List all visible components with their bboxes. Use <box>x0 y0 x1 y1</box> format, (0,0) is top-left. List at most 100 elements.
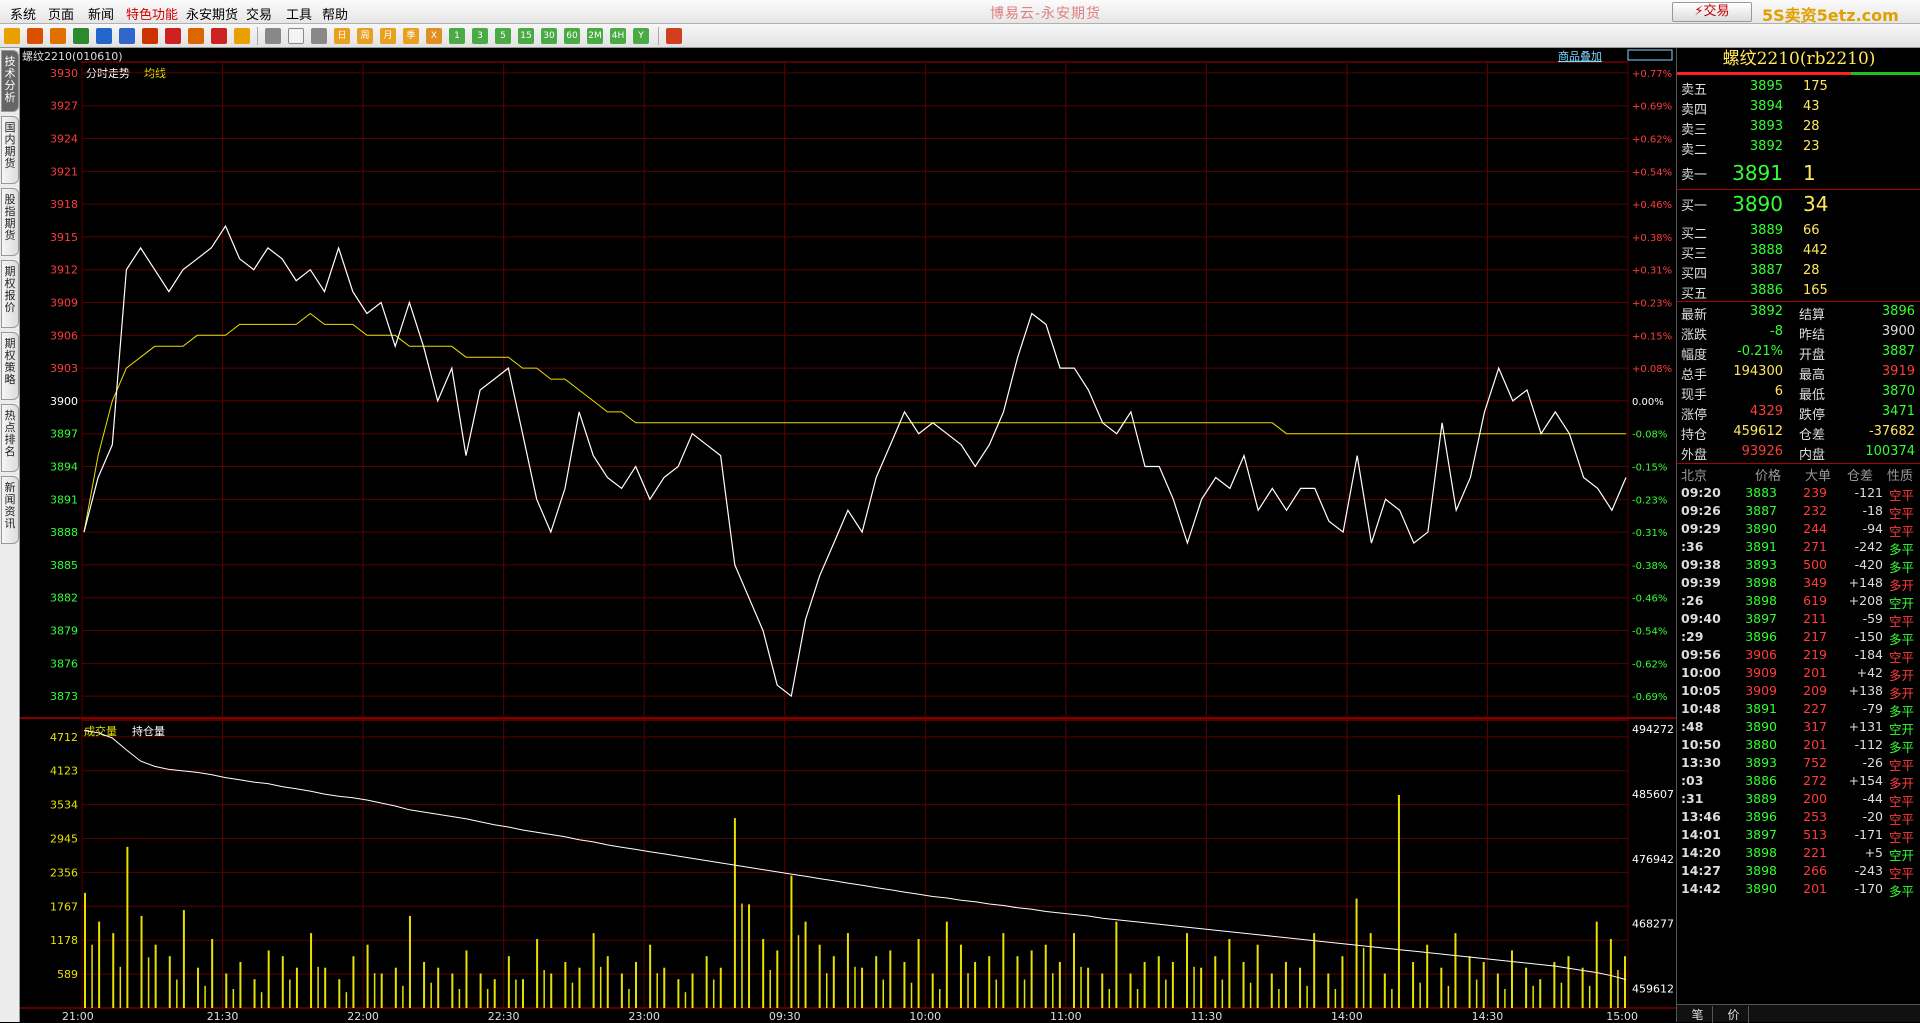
period-button-15[interactable]: 15 <box>518 28 534 44</box>
oi-label: 持仓量 <box>132 724 165 738</box>
tick-time: 09:29 <box>1681 521 1721 536</box>
tick-oi-diff: +5 <box>1864 845 1883 860</box>
window-icon[interactable] <box>165 28 181 44</box>
chart-window-buttons[interactable] <box>1627 49 1673 61</box>
stat-label: 最高 <box>1799 368 1826 383</box>
price-tick-label: 3885 <box>50 559 78 572</box>
tick-volume: 752 <box>1803 755 1827 770</box>
menu-item-3[interactable]: 特色功能 <box>126 4 178 23</box>
tick-volume: 227 <box>1803 701 1827 716</box>
zoom-in-icon[interactable] <box>119 28 135 44</box>
quote-volume: 66 <box>1803 223 1820 238</box>
tick-volume: 201 <box>1803 737 1827 752</box>
tick-header-vol: 大单 <box>1805 469 1832 484</box>
screen-icon[interactable] <box>73 28 89 44</box>
quote-price: 3887 <box>1749 263 1783 278</box>
quote-label: 卖一 <box>1681 168 1708 183</box>
calculator-icon[interactable] <box>666 28 682 44</box>
period-button-5[interactable]: 5 <box>495 28 511 44</box>
tick-volume: 217 <box>1803 629 1827 644</box>
kline-icon[interactable] <box>311 28 327 44</box>
period-button-4H[interactable]: 4H <box>610 28 626 44</box>
stat-value: 3919 <box>1881 364 1915 379</box>
pct-tick-label: +0.46% <box>1632 200 1672 211</box>
tick-row: 14:01 3897 513 -171 空平 <box>1677 826 1920 845</box>
tick-price: 3909 <box>1745 665 1777 680</box>
tick-time: 13:46 <box>1681 809 1721 824</box>
menu-item-0[interactable]: 系统 <box>10 4 36 23</box>
menu-item-6[interactable]: 工具 <box>286 4 312 23</box>
stat-value: -8 <box>1770 324 1783 339</box>
side-tab-0[interactable]: 技术分析 <box>1 50 19 112</box>
side-tab-5[interactable]: 热点排名 <box>1 404 19 472</box>
trade-button[interactable]: ⚡交易 <box>1672 2 1752 22</box>
menu-item-1[interactable]: 页面 <box>48 4 74 23</box>
menu-item-2[interactable]: 新闻 <box>88 4 114 23</box>
stat-value: 93926 <box>1741 444 1783 459</box>
toolbar-separator <box>257 27 258 45</box>
period-button-周[interactable]: 周 <box>357 28 373 44</box>
tick-oi-diff: +208 <box>1848 593 1883 608</box>
tick-oi-diff: -242 <box>1854 539 1883 554</box>
price-tick-label: 3906 <box>50 329 78 342</box>
side-tab-2[interactable]: 股指期货 <box>1 188 19 256</box>
oi-tick-label: 476942 <box>1632 853 1674 866</box>
oi-tick-label: 494272 <box>1632 723 1674 736</box>
stats-row: 外盘 93926 内盘 100374 <box>1677 443 1920 463</box>
period-button-季[interactable]: 季 <box>403 28 419 44</box>
pie-icon[interactable] <box>211 28 227 44</box>
tick-volume: 221 <box>1803 845 1827 860</box>
line-chart-icon[interactable] <box>288 28 304 44</box>
home-icon[interactable] <box>27 28 43 44</box>
side-tab-3[interactable]: 期权报价 <box>1 260 19 328</box>
quote-panel: 螺纹2210(rb2210) 卖五 3895 175 卖四 3894 43 卖三 3893 28 卖… <box>1676 48 1920 1023</box>
period-button-月[interactable]: 月 <box>380 28 396 44</box>
time-tick-label: 22:30 <box>488 1010 520 1022</box>
cup-icon[interactable] <box>234 28 250 44</box>
quote-price: 3893 <box>1749 119 1783 134</box>
tick-row: 09:40 3897 211 -59 空平 <box>1677 610 1920 629</box>
period-button-Y[interactable]: Y <box>633 28 649 44</box>
side-tab-1[interactable]: 国内期货 <box>1 116 19 184</box>
stat-value: 100374 <box>1865 444 1915 459</box>
tick-row: 09:20 3883 239 -121 空平 <box>1677 484 1920 503</box>
tick-price: 3890 <box>1745 521 1777 536</box>
volume-tick-label: 4712 <box>50 731 78 744</box>
tick-oi-diff: +148 <box>1848 575 1883 590</box>
period-button-2M[interactable]: 2M <box>587 28 603 44</box>
side-tab-4[interactable]: 期权策略 <box>1 332 19 400</box>
period-button-60[interactable]: 60 <box>564 28 580 44</box>
quote-price: 3894 <box>1749 99 1783 114</box>
table-icon[interactable] <box>265 28 281 44</box>
back-icon[interactable] <box>4 28 20 44</box>
stats-row: 持仓 459612 仓差 -37682 <box>1677 423 1920 443</box>
stat-value: -0.21% <box>1737 344 1783 359</box>
zoom-out-icon[interactable] <box>142 28 158 44</box>
side-tab-6[interactable]: 新闻资讯 <box>1 476 19 544</box>
tick-oi-diff: -112 <box>1854 737 1883 752</box>
menu-item-4[interactable]: 永安期货 <box>186 4 238 23</box>
folder-icon[interactable] <box>50 28 66 44</box>
overlay-link[interactable]: 商品叠加 <box>1558 49 1602 63</box>
tick-oi-diff: -44 <box>1862 791 1883 806</box>
quote-row: 买二 3889 66 <box>1677 222 1920 242</box>
quote-row: 卖四 3894 43 <box>1677 98 1920 118</box>
period-button-3[interactable]: 3 <box>472 28 488 44</box>
quote-price: 3886 <box>1749 283 1783 298</box>
stats-row: 现手 6 最低 3870 <box>1677 383 1920 403</box>
period-button-1[interactable]: 1 <box>449 28 465 44</box>
oi-tick-label: 459612 <box>1632 982 1674 995</box>
period-button-30[interactable]: 30 <box>541 28 557 44</box>
tick-time: 14:42 <box>1681 881 1721 896</box>
bottom-tab-0[interactable]: 笔 <box>1683 1006 1713 1023</box>
pen-icon[interactable] <box>188 28 204 44</box>
price-tick-label: 3915 <box>50 231 78 244</box>
refresh-icon[interactable] <box>96 28 112 44</box>
bottom-tab-1[interactable]: 价 <box>1719 1006 1749 1023</box>
menu-item-7[interactable]: 帮助 <box>322 4 348 23</box>
tick-volume: 266 <box>1803 863 1827 878</box>
period-button-日[interactable]: 日 <box>334 28 350 44</box>
tick-row: 13:46 3896 253 -20 空平 <box>1677 808 1920 827</box>
menu-item-5[interactable]: 交易 <box>246 4 272 23</box>
period-button-X[interactable]: X <box>426 28 442 44</box>
